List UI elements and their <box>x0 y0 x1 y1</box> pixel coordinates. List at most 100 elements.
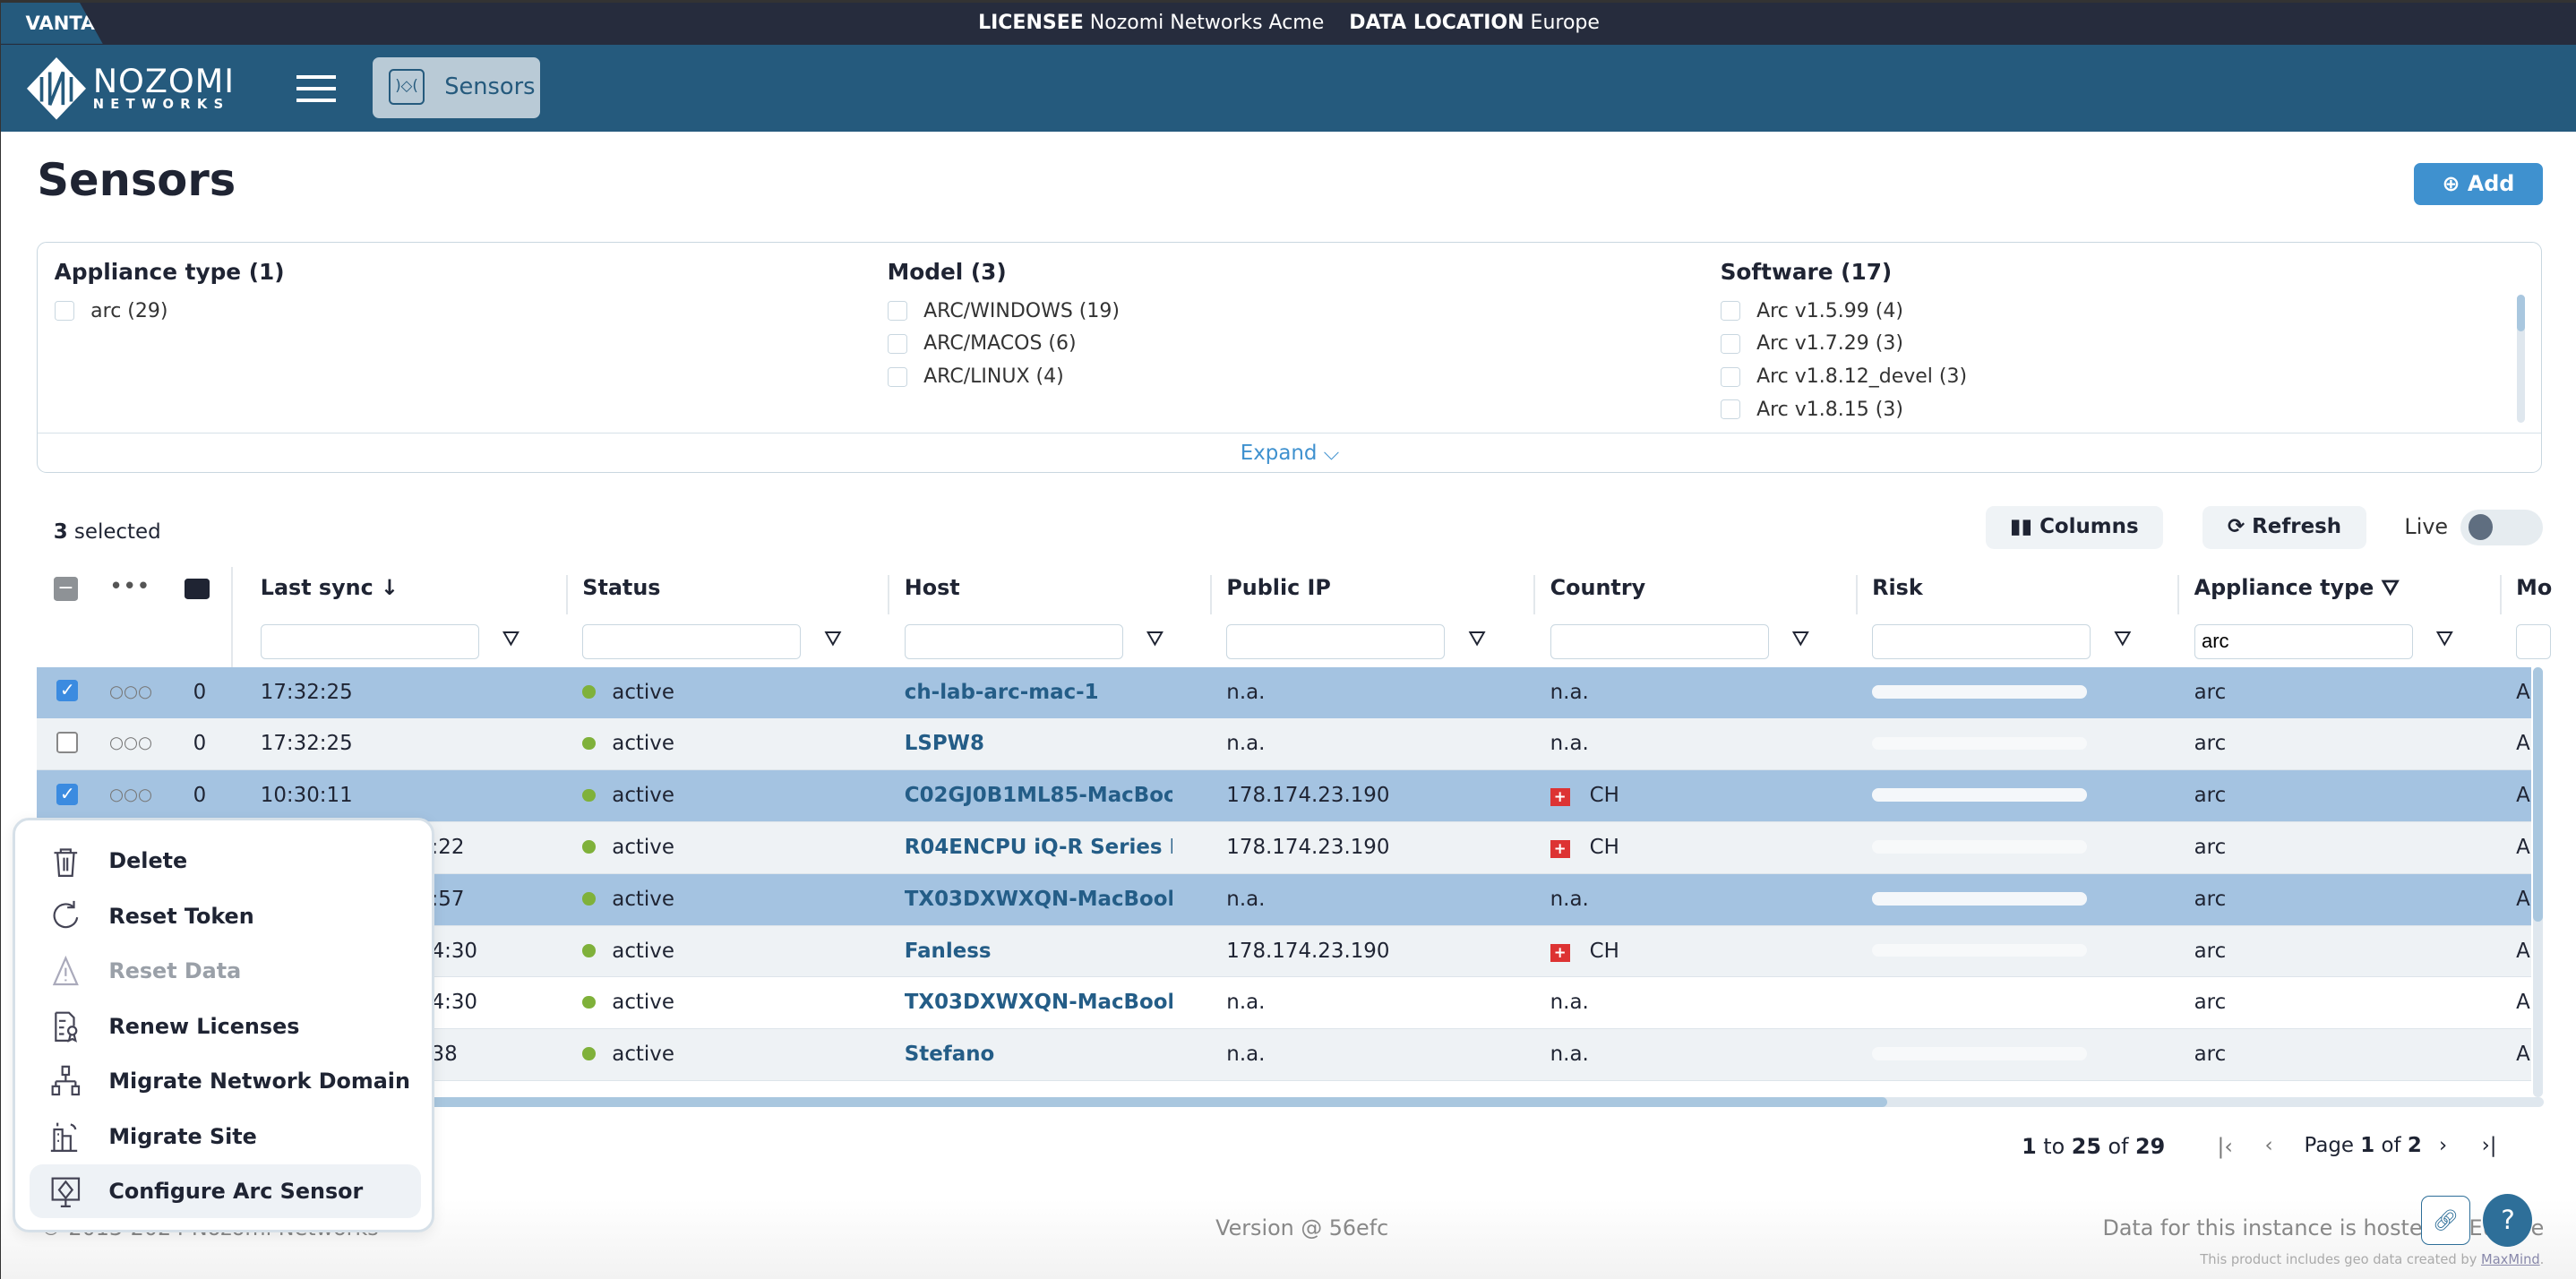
column-filter-input[interactable] <box>2516 623 2551 659</box>
host-link[interactable]: Stefano <box>905 1029 1172 1080</box>
first-page-button[interactable]: |‹ <box>2217 1134 2233 1159</box>
menu-item-label: Delete <box>108 848 188 874</box>
status: active <box>582 770 674 821</box>
row-actions-icon[interactable]: ○○○ <box>109 718 152 769</box>
column-separator[interactable] <box>2177 574 2180 614</box>
filter-icon[interactable]: ⛛ <box>502 626 519 651</box>
column-header[interactable]: Last sync ↓ <box>261 575 399 600</box>
filter-option[interactable]: ARC/WINDOWS (19) <box>887 295 1120 328</box>
column-filter-input[interactable] <box>1550 623 1769 659</box>
last-sync: 4:30 <box>431 991 477 1015</box>
host-link[interactable]: C02GJ0B1ML85-MacBoo <box>905 770 1172 821</box>
sort-desc-icon[interactable]: ↓ <box>381 575 399 600</box>
column-header[interactable]: Risk <box>1872 575 1923 600</box>
table-row[interactable]: ✓ ○○○ 0 17:32:25 active ch-lab-arc-mac-1 n.a. n… <box>37 666 2531 719</box>
filter-icon[interactable]: ⛛ <box>1468 626 1486 651</box>
row-actions-icon[interactable]: ○○○ <box>109 667 152 718</box>
column-separator[interactable] <box>888 574 890 614</box>
filter-option[interactable]: Arc v1.8.12_devel (3) <box>1720 360 1967 393</box>
menu-toggle-button[interactable] <box>296 71 337 104</box>
menu-item-migrate-network-domain[interactable]: Migrate Network Domain <box>30 1054 421 1109</box>
row-checkbox[interactable]: ✓ <box>56 679 79 702</box>
column-header[interactable]: Country <box>1550 575 1645 600</box>
host-link[interactable]: R04ENCPU iQ-R Series F <box>905 822 1172 873</box>
menu-item-renew-licenses[interactable]: Renew Licenses <box>30 999 421 1053</box>
column-separator[interactable] <box>2499 574 2502 614</box>
columns-button[interactable]: ▮▮ Columns <box>1985 505 2163 549</box>
checkbox[interactable] <box>887 366 907 387</box>
column-header[interactable]: Public IP <box>1226 575 1331 600</box>
vertical-scrollbar[interactable] <box>2532 666 2543 1098</box>
filter-option[interactable]: arc (29) <box>54 295 285 328</box>
column-filter-input[interactable] <box>260 623 479 659</box>
host-link[interactable]: TX03DXWXQN-MacBook <box>905 874 1172 925</box>
host-link[interactable]: TX03DXWXQN-MacBook <box>905 977 1172 1028</box>
host-link[interactable]: LSPW8 <box>905 718 1172 769</box>
filter-option[interactable]: Arc v1.7.29 (3) <box>1720 328 1968 361</box>
status: active <box>582 667 674 718</box>
host-link[interactable]: Fanless <box>905 926 1172 977</box>
maxmind-link[interactable]: MaxMind <box>2481 1252 2540 1267</box>
licensee-label: LICENSEE <box>978 12 1084 34</box>
prev-page-button[interactable]: ‹ <box>2265 1134 2273 1157</box>
column-separator[interactable] <box>1533 574 1536 614</box>
nozomi-logo[interactable]: NOZOMI NETWORKS <box>27 57 235 120</box>
status-dot-icon <box>582 892 596 906</box>
add-button[interactable]: ⊕ Add <box>2414 162 2543 206</box>
live-toggle[interactable] <box>2460 509 2543 545</box>
column-separator[interactable] <box>1855 574 1858 614</box>
host-link[interactable]: ch-lab-arc-mac-1 <box>905 667 1172 718</box>
last-page-button[interactable]: ›| <box>2482 1134 2497 1157</box>
column-separator[interactable] <box>1209 574 1212 614</box>
filter-group: Model (3) ARC/WINDOWS (19) ARC/MACOS (6) AR… <box>887 259 1120 393</box>
column-header[interactable]: Mo <box>2516 575 2552 600</box>
risk-bar <box>1872 891 2088 906</box>
column-header[interactable]: Host <box>905 575 960 600</box>
filter-option[interactable]: ARC/MACOS (6) <box>887 328 1120 361</box>
menu-item-delete[interactable]: Delete <box>30 834 421 888</box>
filter-option[interactable]: Arc v1.5.99 (4) <box>1720 295 1968 328</box>
checkbox[interactable] <box>1720 399 1740 420</box>
link-icon[interactable]: 🔗︎ <box>2420 1196 2470 1246</box>
checkbox[interactable] <box>1720 366 1740 387</box>
menu-item-migrate-site[interactable]: Migrate Site <box>30 1109 421 1163</box>
trash-icon <box>54 848 78 877</box>
column-filter-input[interactable] <box>904 623 1123 659</box>
last-sync: :57 <box>431 887 465 911</box>
column-filter-input[interactable] <box>582 623 802 659</box>
table-row[interactable]: ✓ ○○○ 0 10:30:11 active C02GJ0B1ML85-MacBoo 17… <box>37 770 2531 823</box>
filter-icon[interactable]: ⛛ <box>2114 626 2132 651</box>
row-checkbox[interactable]: ✓ <box>56 783 79 805</box>
checkbox[interactable] <box>1720 301 1740 322</box>
row-actions-header-icon[interactable]: ••• <box>109 573 150 600</box>
filter-icon[interactable]: ⛛ <box>2435 626 2453 651</box>
filter-icon[interactable]: ⛛ <box>1791 626 1809 651</box>
column-separator[interactable] <box>565 574 568 614</box>
select-all-checkbox[interactable]: − <box>53 576 79 602</box>
checkbox[interactable] <box>1720 333 1740 355</box>
filter-icon[interactable]: ⛛ <box>1146 626 1163 651</box>
table-row[interactable]: ○○○ 0 17:32:25 active LSPW8 n.a. n.a. arc A <box>37 718 2531 771</box>
status: active <box>582 718 674 769</box>
nav-sensors-button[interactable]: )◇( Sensors <box>372 57 540 119</box>
checkbox[interactable] <box>54 301 74 322</box>
column-filter-input[interactable] <box>2194 623 2413 659</box>
row-checkbox[interactable] <box>56 732 79 753</box>
expand-button[interactable]: Expand ⌵ <box>38 433 2542 473</box>
appliance-type: arc <box>2194 680 2227 704</box>
menu-item-reset-token[interactable]: Reset Token <box>30 889 421 944</box>
next-page-button[interactable]: › <box>2439 1134 2447 1157</box>
column-header[interactable]: Status <box>582 575 660 600</box>
filter-scrollbar[interactable] <box>2517 295 2526 424</box>
filter-option[interactable]: ARC/LINUX (4) <box>887 360 1120 393</box>
column-header[interactable]: Appliance type ⛛ <box>2194 575 2400 600</box>
menu-item-configure-arc-sensor[interactable]: Configure Arc Sensor <box>30 1163 421 1219</box>
filter-icon[interactable]: ⛛ <box>824 626 842 651</box>
refresh-button[interactable]: ⟳ Refresh <box>2202 505 2367 549</box>
row-actions-icon[interactable]: ○○○ <box>109 770 152 821</box>
checkbox[interactable] <box>887 301 907 322</box>
checkbox[interactable] <box>887 333 907 355</box>
column-filter-input[interactable] <box>1226 623 1446 659</box>
column-filter-input[interactable] <box>1872 623 2091 659</box>
filter-option[interactable]: Arc v1.8.15 (3) <box>1720 393 1968 426</box>
